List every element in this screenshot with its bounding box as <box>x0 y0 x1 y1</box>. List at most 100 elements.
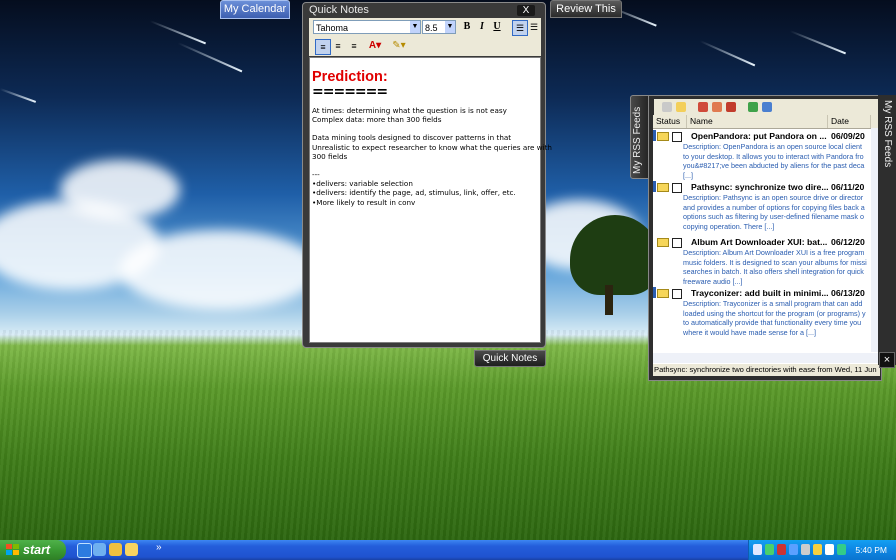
network-icon[interactable] <box>765 544 774 555</box>
internet-explorer-icon[interactable] <box>77 543 92 558</box>
align-center-icon[interactable]: ≡ <box>331 39 345 53</box>
my-calendar-tab[interactable]: My Calendar <box>220 0 290 19</box>
note-editor[interactable]: Prediction: ======= At times: determinin… <box>309 57 552 343</box>
desc-line: where it would have made sense for a [..… <box>683 327 817 337</box>
column-header-date[interactable]: Date <box>828 115 871 128</box>
delete-feed-icon[interactable] <box>726 102 736 112</box>
font-color-icon[interactable]: A▾ <box>365 39 385 53</box>
security-icon[interactable] <box>777 544 786 555</box>
rss-item-date: 06/12/20 <box>831 237 865 247</box>
rss-item-title: OpenPandora: put Pandora on ... <box>691 131 827 141</box>
horizontal-scrollbar[interactable] <box>653 353 879 363</box>
review-this-tab[interactable]: Review This <box>550 0 622 18</box>
rss-item[interactable]: OpenPandora: put Pandora on ... 06/09/20… <box>653 130 871 183</box>
formatting-toolbar: Tahoma ▼ 8.5 ▼ B I U ☰ ☰ ≡ ≡ ≡ A▾ ✎▾ <box>309 18 541 56</box>
note-line: 300 fields <box>312 151 348 161</box>
rss-item[interactable]: Album Art Downloader XUI: bat... 06/12/2… <box>653 237 871 289</box>
close-icon[interactable]: × <box>879 352 895 368</box>
desc-line: Description: Pathsync is an open source … <box>683 193 864 202</box>
font-size-select[interactable]: 8.5 ▼ <box>422 20 456 34</box>
meteor-streak <box>0 88 37 103</box>
desc-line: music folders. It is designed to scan yo… <box>683 257 867 267</box>
media-player-icon[interactable] <box>109 543 122 556</box>
desc-line: and provides a number of options for cop… <box>683 202 865 212</box>
volume-icon[interactable] <box>801 544 810 555</box>
font-name-select[interactable]: Tahoma ▼ <box>313 20 421 34</box>
clock[interactable]: 5:40 PM <box>855 540 887 560</box>
column-header-name[interactable]: Name <box>687 115 828 128</box>
bluetooth-icon[interactable] <box>789 544 798 555</box>
note-line: Data mining tools designed to discover p… <box>312 133 512 143</box>
read-checkbox[interactable] <box>672 289 682 299</box>
font-size-value: 8.5 <box>425 23 438 33</box>
bold-icon[interactable]: B <box>460 20 474 34</box>
rss-side-tab-label: My RSS Feeds <box>632 106 643 174</box>
rss-item-description: Description: Album Art Downloader XUI is… <box>683 248 871 286</box>
rss-right-tab-label: My RSS Feeds <box>882 100 893 168</box>
note-line: At times: determining what the question … <box>312 106 507 115</box>
italic-icon[interactable]: I <box>475 20 489 34</box>
quicklaunch-chevron-icon[interactable]: » <box>156 542 162 553</box>
underline-icon[interactable]: U <box>490 20 504 34</box>
taskbar: start » 5:40 PM <box>0 540 896 560</box>
selection-marker <box>653 287 656 298</box>
quick-notes-title: Quick Notes <box>309 4 369 16</box>
chevron-down-icon[interactable]: ▼ <box>410 21 420 33</box>
meteor-streak <box>149 20 207 45</box>
rss-item-date: 06/09/20 <box>831 131 865 141</box>
tray-app-icon[interactable] <box>753 544 762 555</box>
chevron-down-icon[interactable]: ▼ <box>445 21 455 33</box>
selection-marker <box>653 130 656 141</box>
bullet-list-icon[interactable]: ☰ <box>512 20 528 36</box>
rss-item-date: 06/11/20 <box>831 182 865 192</box>
display-icon[interactable] <box>825 544 834 555</box>
rss-item-description: Description: Trayconizer is a small prog… <box>683 299 871 337</box>
rss-item[interactable]: Trayconizer: add built in minimi... 06/1… <box>653 287 871 340</box>
folder-icon[interactable] <box>676 102 686 112</box>
meteor-streak <box>699 40 756 67</box>
rss-feeds-right-tab[interactable]: My RSS Feeds <box>878 95 896 365</box>
desc-line: copying operation. There [...] <box>683 221 775 231</box>
envelope-icon <box>657 183 669 192</box>
envelope-icon <box>657 238 669 247</box>
show-desktop-icon[interactable] <box>93 543 106 556</box>
rss-feeds-side-tab[interactable]: My RSS Feeds <box>630 95 650 179</box>
highlight-color-icon[interactable]: ✎▾ <box>389 39 409 53</box>
note-line: •More likely to result in conv <box>312 197 416 207</box>
system-tray: 5:40 PM <box>748 540 896 560</box>
cloud <box>60 160 180 220</box>
quick-notes-tab[interactable]: Quick Notes <box>474 350 546 367</box>
edit-feed-icon[interactable] <box>712 102 722 112</box>
home-icon[interactable] <box>662 102 672 112</box>
tree-trunk <box>605 285 613 315</box>
desc-line: loaded using the shortcut for the progra… <box>683 308 866 318</box>
note-heading-rule: ======= <box>312 84 388 100</box>
column-header-status[interactable]: Status <box>653 115 687 128</box>
read-checkbox[interactable] <box>672 132 682 142</box>
settings-icon[interactable] <box>762 102 772 112</box>
messenger-icon[interactable] <box>125 543 138 556</box>
desc-line: options such as filtering by user-define… <box>683 212 864 222</box>
desc-line: [...] <box>683 170 693 180</box>
desc-line: freeware audio [...] <box>683 276 743 286</box>
rss-item-list: Status Name Date OpenPandora: put Pandor… <box>653 115 879 365</box>
note-line: •delivers: identify the page, ad, stimul… <box>312 188 516 198</box>
align-left-icon[interactable]: ≡ <box>315 39 331 55</box>
rss-item-description: Description: OpenPandora is an open sour… <box>683 142 871 180</box>
align-right-icon[interactable]: ≡ <box>347 39 361 53</box>
meteor-streak <box>177 42 243 73</box>
rss-list-header: Status Name Date <box>653 115 879 129</box>
start-button[interactable]: start <box>0 540 66 560</box>
refresh-icon[interactable] <box>748 102 758 112</box>
rss-item[interactable]: Pathsync: synchronize two dire... 06/11/… <box>653 181 871 234</box>
rss-toolbar <box>654 99 879 115</box>
read-checkbox[interactable] <box>672 238 682 248</box>
rss-feeds-window: Status Name Date OpenPandora: put Pandor… <box>648 95 882 381</box>
add-feed-icon[interactable] <box>698 102 708 112</box>
read-checkbox[interactable] <box>672 183 682 193</box>
update-icon[interactable] <box>813 544 822 555</box>
envelope-icon <box>657 132 669 141</box>
numbered-list-icon[interactable]: ☰ <box>527 20 541 34</box>
battery-icon[interactable] <box>837 544 846 555</box>
close-button[interactable]: X <box>517 5 535 16</box>
